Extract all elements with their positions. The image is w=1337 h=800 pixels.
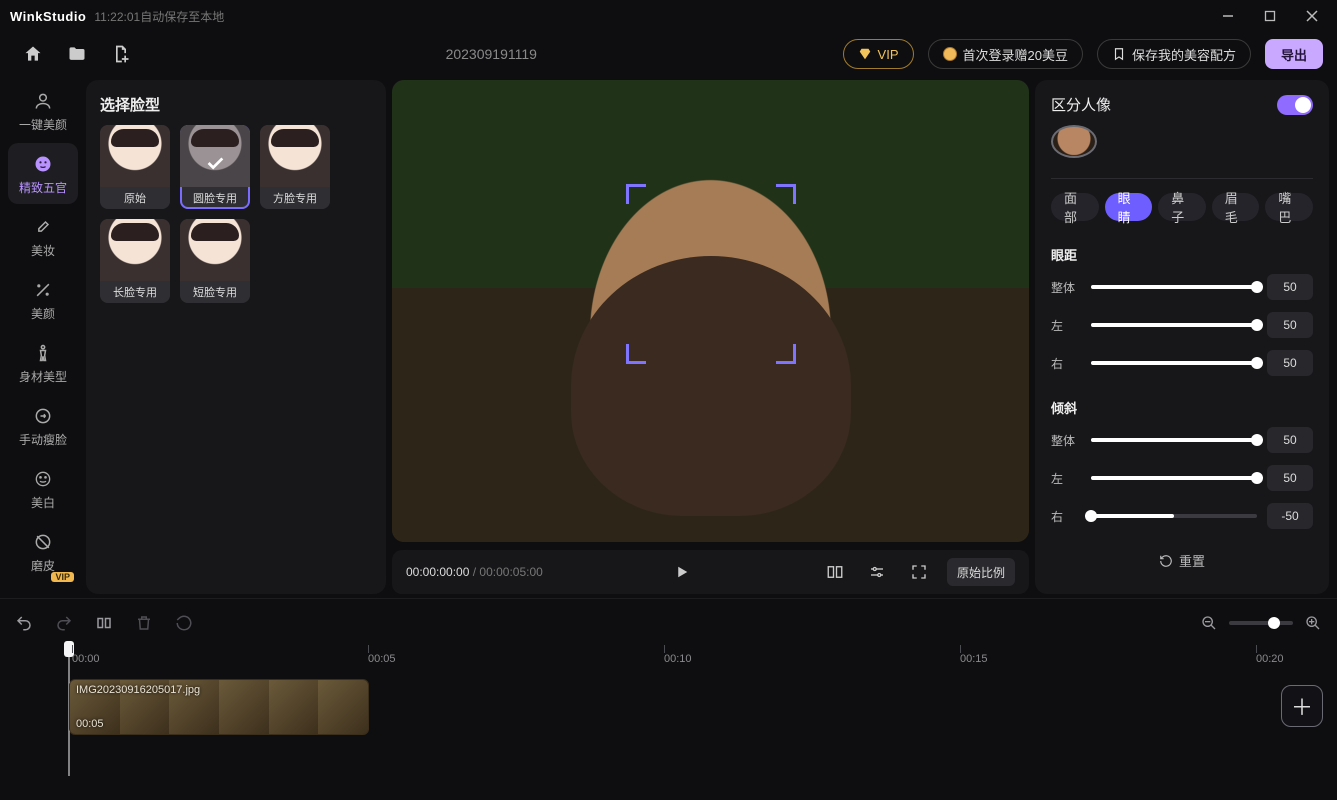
clip-duration: 00:05 (76, 718, 104, 730)
undo-icon[interactable] (14, 613, 34, 633)
nav-facial-features[interactable]: 精致五官 (8, 143, 78, 204)
slider-tilt-left[interactable] (1091, 476, 1257, 480)
title-bar: WinkStudio 11:22:01自动保存至本地 (0, 0, 1337, 32)
aspect-ratio-button[interactable]: 原始比例 (947, 558, 1015, 586)
face-avatar[interactable] (1051, 125, 1097, 158)
timeline-track[interactable]: IMG20230916205017.jpg 00:05 ＋ (14, 679, 1323, 788)
value-tilt-all[interactable]: 50 (1267, 427, 1313, 453)
face-option-square[interactable]: 方脸专用 (260, 125, 330, 209)
nav-manual-face-slim[interactable]: 手动瘦脸 (8, 395, 78, 456)
import-file-icon[interactable] (102, 38, 140, 70)
zoom-out-icon[interactable] (1199, 613, 1219, 633)
timeline-ruler[interactable]: 00:00 00:05 00:10 00:15 00:20 (14, 645, 1323, 673)
value-tilt-left[interactable]: 50 (1267, 465, 1313, 491)
export-button[interactable]: 导出 (1265, 39, 1323, 69)
add-clip-button[interactable]: ＋ (1281, 685, 1323, 727)
tab-eyes[interactable]: 眼睛 (1105, 193, 1153, 221)
clip-name: IMG20230916205017.jpg (76, 684, 200, 696)
compare-icon[interactable] (821, 558, 849, 586)
face-option-round[interactable]: 圆脸专用 (180, 125, 250, 209)
group-tilt: 倾斜 (1051, 398, 1313, 417)
check-icon (204, 152, 226, 177)
split-icon[interactable] (94, 613, 114, 633)
smiley-icon (32, 468, 54, 490)
body-icon (32, 342, 54, 364)
timeline: 00:00 00:05 00:10 00:15 00:20 IMG2023091… (0, 598, 1337, 798)
tab-nose[interactable]: 鼻子 (1158, 193, 1206, 221)
nav-beautify[interactable]: 美颜 (8, 269, 78, 330)
login-bonus-button[interactable]: 首次登录赠20美豆 (928, 39, 1083, 69)
face-option-short[interactable]: 短脸专用 (180, 219, 250, 303)
time-display: 00:00:00:00 / 00:00:05:00 (406, 565, 543, 579)
adjust-panel: 区分人像 面部 眼睛 鼻子 眉毛 嘴巴 眼距 整体50 左50 右50 倾斜 整… (1035, 80, 1329, 594)
window-close-button[interactable] (1305, 9, 1319, 23)
value-dist-left[interactable]: 50 (1267, 312, 1313, 338)
value-dist-right[interactable]: 50 (1267, 350, 1313, 376)
video-preview[interactable] (392, 80, 1029, 542)
autosave-text: 11:22:01自动保存至本地 (94, 8, 224, 25)
refresh-icon (1159, 554, 1173, 568)
group-eye-distance: 眼距 (1051, 245, 1313, 264)
timeline-clip[interactable]: IMG20230916205017.jpg 00:05 (69, 679, 369, 735)
adjust-panel-title: 区分人像 (1051, 94, 1111, 115)
face-detect-frame (626, 184, 796, 364)
tab-brows[interactable]: 眉毛 (1212, 193, 1260, 221)
face-option-long[interactable]: 长脸专用 (100, 219, 170, 303)
player-bar: 00:00:00:00 / 00:00:05:00 原始比例 (392, 550, 1029, 594)
slider-dist-right[interactable] (1091, 361, 1257, 365)
reset-button[interactable]: 重置 (1149, 541, 1215, 580)
redo-icon[interactable] (54, 613, 74, 633)
slider-tilt-right[interactable] (1091, 514, 1257, 518)
portrait-icon (32, 90, 54, 112)
document-title: 202309191119 (146, 46, 837, 62)
window-maximize-button[interactable] (1263, 9, 1277, 23)
preview-area: 00:00:00:00 / 00:00:05:00 原始比例 (392, 80, 1029, 594)
wand-icon (32, 279, 54, 301)
side-nav: 一键美颜 精致五官 美妆 美颜 身材美型 手动瘦脸 美白 磨皮 VIP (0, 76, 86, 598)
feature-tabs: 面部 眼睛 鼻子 眉毛 嘴巴 (1051, 193, 1313, 221)
folder-icon[interactable] (58, 38, 96, 70)
face-icon (32, 153, 54, 175)
slider-tilt-all[interactable] (1091, 438, 1257, 442)
settings-sliders-icon[interactable] (863, 558, 891, 586)
face-option-original[interactable]: 原始 (100, 125, 170, 209)
lipstick-icon (32, 216, 54, 238)
play-button[interactable] (668, 558, 696, 586)
vip-badge: VIP (51, 572, 74, 582)
delete-icon[interactable] (134, 613, 154, 633)
save-recipe-button[interactable]: 保存我的美容配方 (1097, 39, 1251, 69)
loop-icon[interactable] (174, 613, 194, 633)
face-panel-title: 选择脸型 (100, 94, 372, 115)
face-shape-panel: 选择脸型 原始 圆脸专用 方脸专用 长脸专用 短脸专用 (86, 80, 386, 594)
tab-mouth[interactable]: 嘴巴 (1265, 193, 1313, 221)
portrait-toggle[interactable] (1277, 95, 1313, 115)
nav-body-shape[interactable]: 身材美型 (8, 332, 78, 393)
blur-icon (32, 531, 54, 553)
zoom-slider[interactable] (1229, 621, 1293, 625)
vip-button[interactable]: VIP (843, 39, 914, 69)
nav-more[interactable]: VIP (8, 584, 78, 586)
arrow-circle-icon (32, 405, 54, 427)
nav-whiten[interactable]: 美白 (8, 458, 78, 519)
slider-dist-left[interactable] (1091, 323, 1257, 327)
diamond-icon (858, 47, 872, 61)
window-minimize-button[interactable] (1221, 9, 1235, 23)
value-dist-all[interactable]: 50 (1267, 274, 1313, 300)
zoom-in-icon[interactable] (1303, 613, 1323, 633)
bookmark-plus-icon (1112, 47, 1126, 61)
app-name: WinkStudio (10, 9, 86, 24)
slider-dist-all[interactable] (1091, 285, 1257, 289)
tab-face[interactable]: 面部 (1051, 193, 1099, 221)
home-icon[interactable] (14, 38, 52, 70)
toolbar: 202309191119 VIP 首次登录赠20美豆 保存我的美容配方 导出 (0, 32, 1337, 76)
nav-auto-beauty[interactable]: 一键美颜 (8, 80, 78, 141)
value-tilt-right[interactable]: -50 (1267, 503, 1313, 529)
fullscreen-icon[interactable] (905, 558, 933, 586)
nav-makeup[interactable]: 美妆 (8, 206, 78, 267)
timeline-tools (14, 607, 1323, 639)
coin-icon (943, 47, 957, 61)
